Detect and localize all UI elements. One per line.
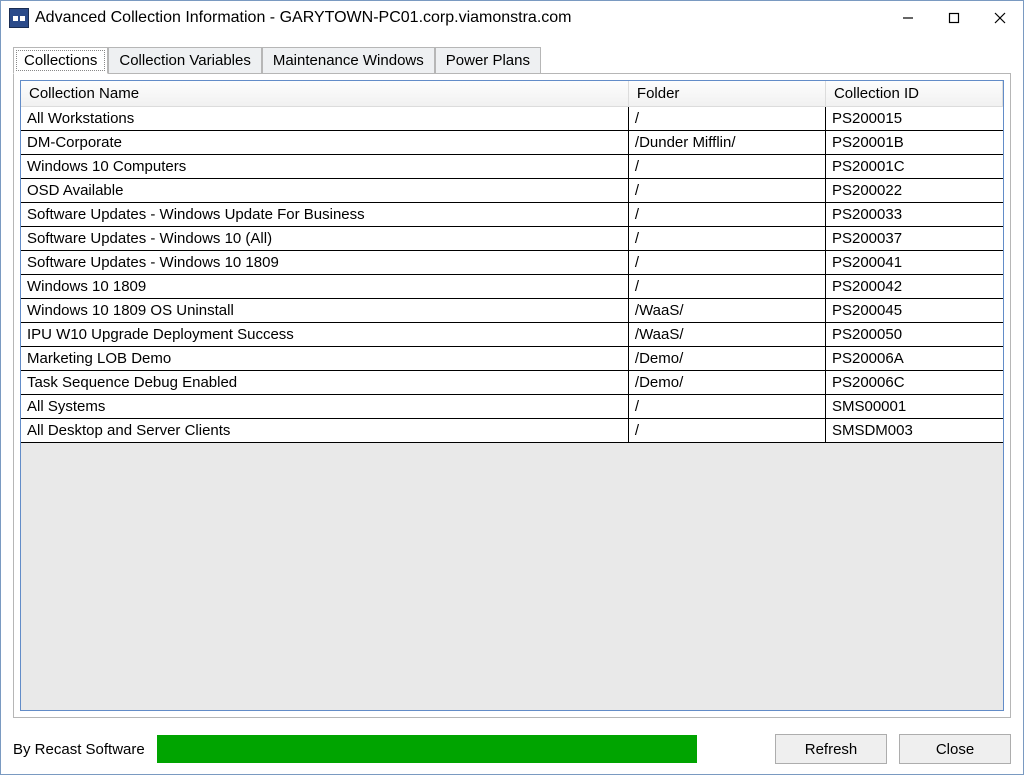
column-header-id[interactable]: Collection ID — [825, 81, 1002, 107]
cell-folder: /Dunder Mifflin/ — [628, 131, 825, 155]
cell-collection-id: PS20001B — [825, 131, 1002, 155]
cell-folder: / — [628, 107, 825, 131]
cell-collection-name: IPU W10 Upgrade Deployment Success — [21, 323, 628, 347]
cell-collection-id: PS200037 — [825, 227, 1002, 251]
table-row[interactable]: Windows 10 1809 OS Uninstall/WaaS/PS2000… — [21, 299, 1003, 323]
tab-power-plans[interactable]: Power Plans — [435, 47, 541, 74]
table-row[interactable]: Software Updates - Windows 10 1809/PS200… — [21, 251, 1003, 275]
cell-collection-id: PS200041 — [825, 251, 1002, 275]
column-header-folder[interactable]: Folder — [628, 81, 825, 107]
cell-collection-name: Software Updates - Windows 10 (All) — [21, 227, 628, 251]
tab-maintenance-windows[interactable]: Maintenance Windows — [262, 47, 435, 74]
cell-collection-name: Task Sequence Debug Enabled — [21, 371, 628, 395]
table-row[interactable]: Task Sequence Debug Enabled/Demo/PS20006… — [21, 371, 1003, 395]
cell-collection-id: SMSDM003 — [825, 419, 1002, 443]
cell-collection-name: All Desktop and Server Clients — [21, 419, 628, 443]
cell-collection-id: PS200042 — [825, 275, 1002, 299]
cell-collection-name: Windows 10 Computers — [21, 155, 628, 179]
footer: By Recast Software Refresh Close — [1, 728, 1023, 774]
cell-collection-name: Software Updates - Windows 10 1809 — [21, 251, 628, 275]
table-row[interactable]: All Workstations/PS200015 — [21, 107, 1003, 131]
cell-collection-id: PS200033 — [825, 203, 1002, 227]
cell-collection-name: All Workstations — [21, 107, 628, 131]
table-row[interactable]: Marketing LOB Demo/Demo/PS20006A — [21, 347, 1003, 371]
cell-collection-id: PS20006C — [825, 371, 1002, 395]
column-header-name[interactable]: Collection Name — [21, 81, 628, 107]
refresh-button[interactable]: Refresh — [775, 734, 887, 764]
tab-collections[interactable]: Collections — [13, 47, 108, 74]
close-dialog-button[interactable]: Close — [899, 734, 1011, 764]
close-button[interactable] — [977, 2, 1023, 34]
table-row[interactable]: IPU W10 Upgrade Deployment Success/WaaS/… — [21, 323, 1003, 347]
cell-collection-id: PS200050 — [825, 323, 1002, 347]
cell-folder: /WaaS/ — [628, 323, 825, 347]
client-area: CollectionsCollection VariablesMaintenan… — [1, 35, 1023, 728]
cell-folder: / — [628, 227, 825, 251]
table-row[interactable]: DM-Corporate/Dunder Mifflin/PS20001B — [21, 131, 1003, 155]
app-icon — [9, 8, 29, 28]
grid-empty-area — [21, 443, 1003, 710]
cell-folder: / — [628, 395, 825, 419]
cell-collection-id: PS200045 — [825, 299, 1002, 323]
table-row[interactable]: All Systems/SMS00001 — [21, 395, 1003, 419]
footer-credit: By Recast Software — [13, 741, 145, 758]
cell-collection-name: Marketing LOB Demo — [21, 347, 628, 371]
cell-folder: / — [628, 419, 825, 443]
cell-folder: / — [628, 251, 825, 275]
table-row[interactable]: Software Updates - Windows Update For Bu… — [21, 203, 1003, 227]
maximize-button[interactable] — [931, 2, 977, 34]
table-row[interactable]: Windows 10 Computers/PS20001C — [21, 155, 1003, 179]
titlebar[interactable]: Advanced Collection Information - GARYTO… — [1, 1, 1023, 35]
cell-collection-name: Windows 10 1809 OS Uninstall — [21, 299, 628, 323]
cell-collection-id: PS200015 — [825, 107, 1002, 131]
cell-folder: / — [628, 179, 825, 203]
cell-folder: /WaaS/ — [628, 299, 825, 323]
cell-collection-name: DM-Corporate — [21, 131, 628, 155]
progress-bar — [157, 735, 697, 763]
cell-folder: /Demo/ — [628, 371, 825, 395]
collections-table: Collection Name Folder Collection ID All… — [21, 81, 1003, 443]
cell-collection-name: Software Updates - Windows Update For Bu… — [21, 203, 628, 227]
minimize-button[interactable] — [885, 2, 931, 34]
cell-collection-name: All Systems — [21, 395, 628, 419]
table-row[interactable]: OSD Available/PS200022 — [21, 179, 1003, 203]
cell-collection-name: OSD Available — [21, 179, 628, 203]
tab-strip: CollectionsCollection VariablesMaintenan… — [13, 47, 1011, 73]
table-row[interactable]: All Desktop and Server Clients/SMSDM003 — [21, 419, 1003, 443]
tab-collection-variables[interactable]: Collection Variables — [108, 47, 261, 74]
tab-panel-collections: Collection Name Folder Collection ID All… — [13, 73, 1011, 718]
cell-collection-id: PS20001C — [825, 155, 1002, 179]
cell-folder: /Demo/ — [628, 347, 825, 371]
window-title: Advanced Collection Information - GARYTO… — [35, 9, 572, 27]
cell-collection-id: PS20006A — [825, 347, 1002, 371]
cell-collection-id: PS200022 — [825, 179, 1002, 203]
cell-folder: / — [628, 275, 825, 299]
window-controls — [885, 2, 1023, 34]
collections-grid[interactable]: Collection Name Folder Collection ID All… — [20, 80, 1004, 711]
cell-collection-name: Windows 10 1809 — [21, 275, 628, 299]
table-row[interactable]: Software Updates - Windows 10 (All)/PS20… — [21, 227, 1003, 251]
cell-folder: / — [628, 155, 825, 179]
cell-folder: / — [628, 203, 825, 227]
table-row[interactable]: Windows 10 1809/PS200042 — [21, 275, 1003, 299]
cell-collection-id: SMS00001 — [825, 395, 1002, 419]
main-window: Advanced Collection Information - GARYTO… — [0, 0, 1024, 775]
